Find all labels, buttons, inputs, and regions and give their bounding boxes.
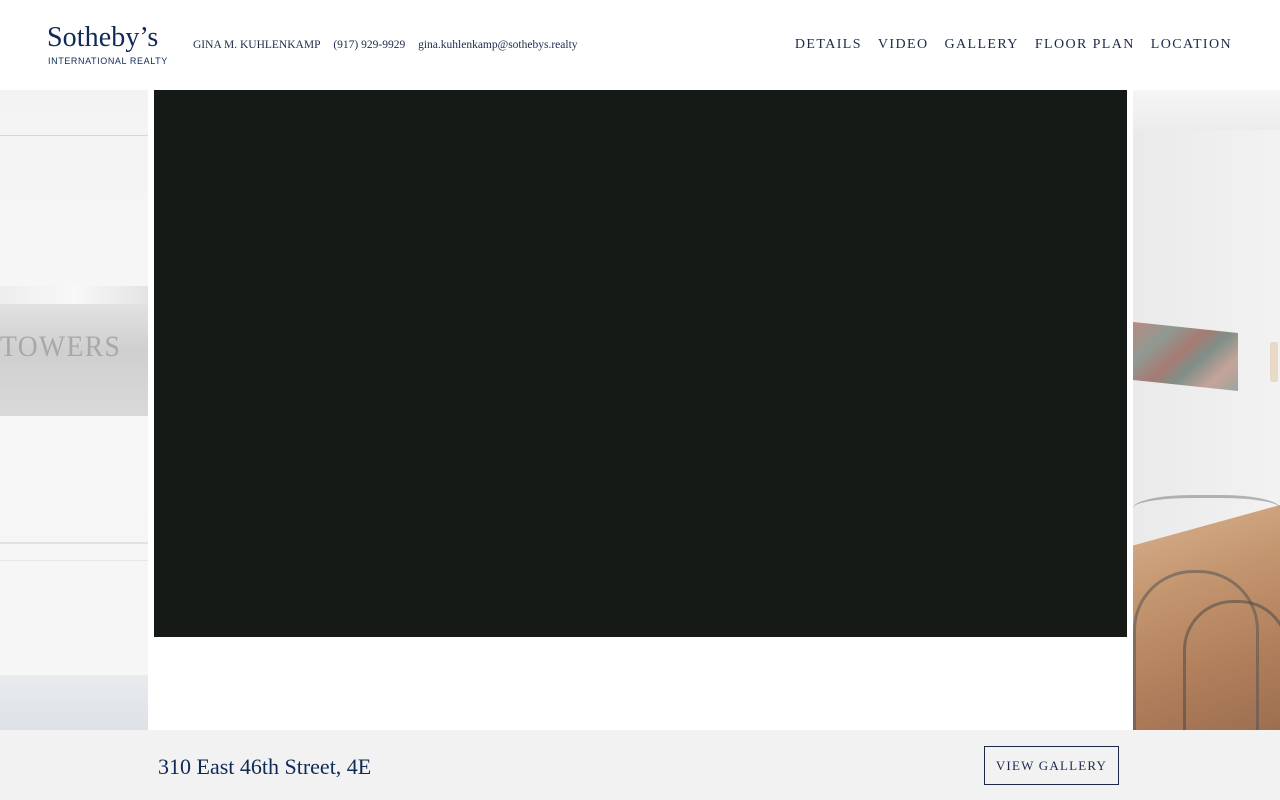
wall-seam	[0, 135, 148, 136]
sothebys-logo[interactable]: Sotheby’s INTERNATIONAL REALTY	[47, 22, 167, 68]
lobby-sign-light	[0, 286, 148, 304]
video-player[interactable]	[154, 90, 1127, 637]
agent-phone[interactable]: (917) 929-9929	[333, 39, 405, 51]
agent-contact: GINA M. KUHLENKAMP (917) 929-9929 gina.k…	[193, 38, 588, 52]
wall-seam	[0, 542, 148, 544]
nav-floor-plan[interactable]: FLOOR PLAN	[1035, 37, 1135, 53]
nav-location[interactable]: LOCATION	[1151, 37, 1232, 53]
chair-back	[1133, 495, 1280, 528]
room-ceiling	[1133, 90, 1280, 130]
lobby-sign-text: TOWERS	[0, 330, 122, 363]
logo-wordmark: Sotheby’s	[47, 22, 159, 53]
next-slide-image[interactable]	[1133, 90, 1280, 730]
view-gallery-button[interactable]: VIEW GALLERY	[984, 746, 1119, 785]
property-address: 310 East 46th Street, 4E	[158, 754, 372, 779]
site-header: Sotheby’s INTERNATIONAL REALTY GINA M. K…	[0, 0, 1280, 90]
nav-details[interactable]: DETAILS	[795, 37, 862, 53]
agent-email[interactable]: gina.kuhlenkamp@sothebys.realty	[418, 39, 577, 51]
lobby-floor	[0, 675, 148, 730]
wall-seam	[0, 560, 148, 561]
agent-name: GINA M. KUHLENKAMP	[193, 39, 321, 51]
wall-artwork	[1133, 322, 1238, 392]
nav-video[interactable]: VIDEO	[878, 37, 929, 53]
nav-gallery[interactable]: GALLERY	[944, 37, 1018, 53]
previous-slide-image[interactable]: TOWERS	[0, 90, 148, 730]
hero-carousel: TOWERS	[0, 90, 1280, 730]
wall-sconce	[1270, 342, 1278, 382]
main-nav: DETAILS VIDEO GALLERY FLOOR PLAN LOCATIO…	[795, 37, 1232, 53]
chair-frame	[1183, 600, 1280, 730]
listing-footer-bar: 310 East 46th Street, 4E VIEW GALLERY	[0, 730, 1280, 800]
logo-subtitle: INTERNATIONAL REALTY	[48, 56, 168, 66]
